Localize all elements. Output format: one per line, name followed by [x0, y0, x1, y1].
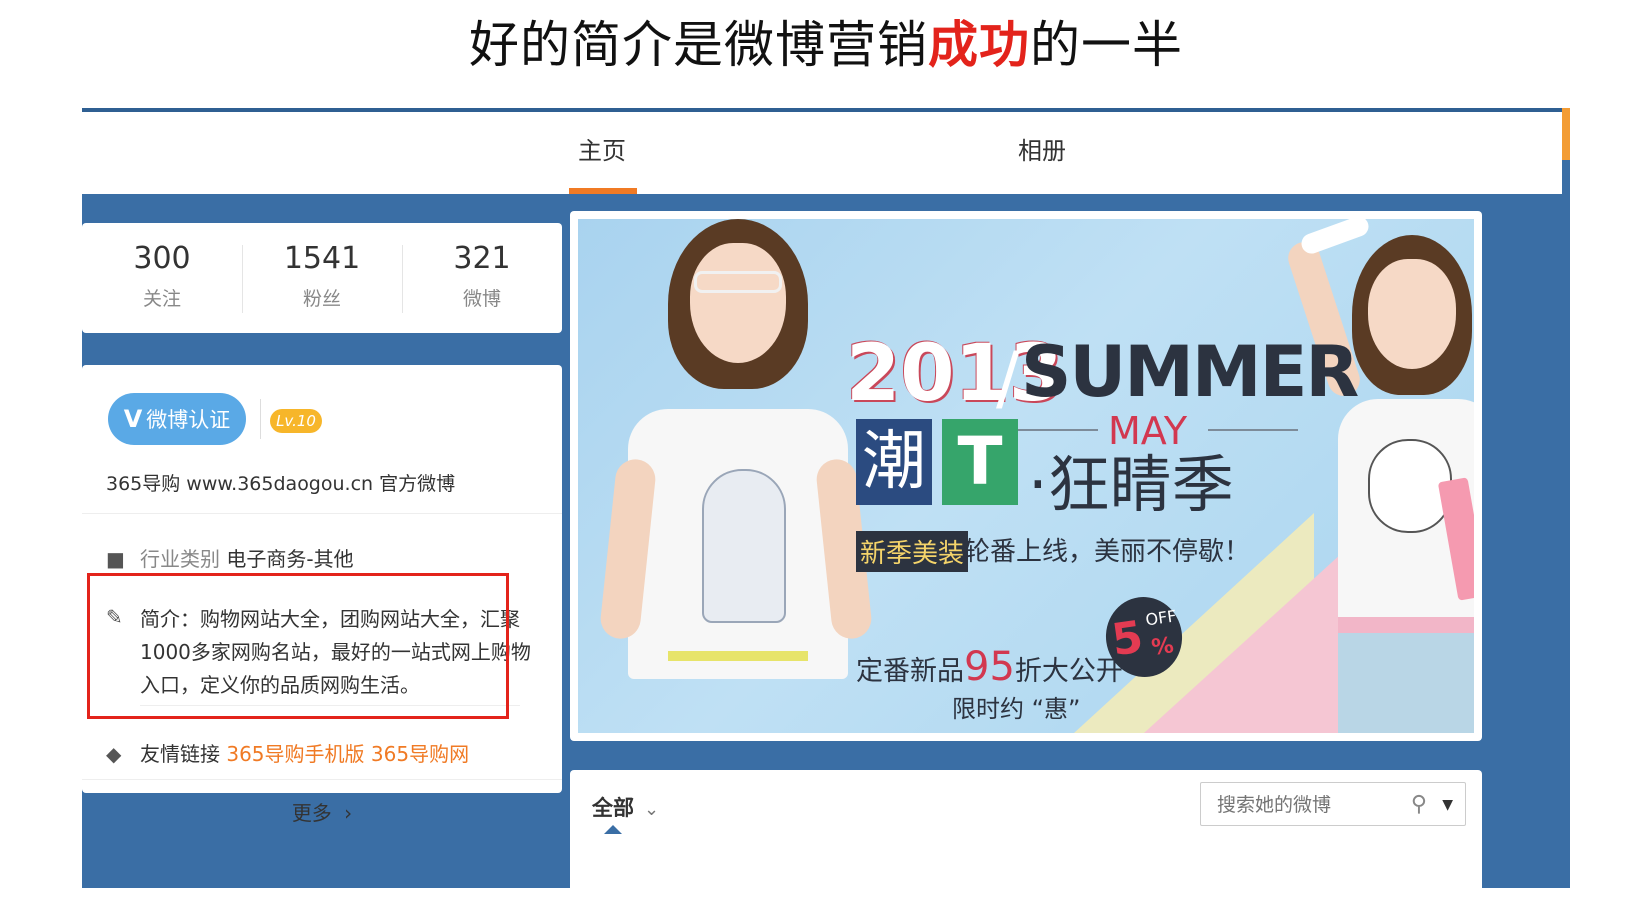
- industry-row: ■ 行业类别 电子商务-其他: [106, 543, 354, 572]
- stat-posts[interactable]: 321 微博: [402, 241, 562, 311]
- badge-divider: [260, 399, 261, 439]
- intro-highlight-box: [87, 573, 509, 719]
- profile-card: V 微博认证 Lv.10 365导购 www.365daogou.cn 官方微博 …: [82, 365, 562, 825]
- active-tab-underline: [569, 188, 637, 194]
- frame-orange-accent: [1562, 108, 1570, 160]
- chevron-down-icon: ⌄: [644, 799, 660, 820]
- level-badge[interactable]: Lv.10: [270, 409, 322, 433]
- badge-pct: %: [1149, 633, 1176, 661]
- filter-all-label: 全部: [592, 796, 634, 820]
- weibo-verified-badge[interactable]: V 微博认证: [108, 393, 246, 445]
- nav-tabbar: 主页 相册: [82, 112, 1562, 194]
- slide-title-after: 的一半: [1030, 16, 1183, 74]
- industry-value: 电子商务-其他: [226, 547, 354, 571]
- filter-all-dropdown[interactable]: 全部 ⌄: [592, 792, 659, 822]
- badge-off: OFF: [1144, 606, 1178, 630]
- banner-discount-post: 折大公开: [1014, 656, 1123, 687]
- cover-banner-image[interactable]: 2013 / SUMMER MAY 潮 T ·狂睛季 新季美装 轮番上线，美丽不…: [578, 219, 1474, 733]
- briefcase-icon: ■: [106, 547, 125, 571]
- banner-summer: SUMMER: [1021, 331, 1359, 413]
- tag-icon: ◆: [106, 742, 122, 766]
- stat-posts-count: 321: [453, 241, 511, 276]
- banner-t: T: [942, 419, 1018, 505]
- banner-tagline: 轮番上线，美丽不停歇！: [964, 537, 1251, 567]
- banner-discount-num: 95: [964, 644, 1015, 690]
- stat-following[interactable]: 300 关注: [82, 241, 242, 311]
- profile-handle: 365导购 www.365daogou.cn 官方微博: [106, 473, 456, 495]
- slide-title-before: 好的简介是微博营销: [469, 16, 928, 74]
- search-box: ⚲ ▼: [1200, 782, 1466, 826]
- more-label: 更多: [291, 801, 332, 825]
- search-input[interactable]: [1215, 784, 1419, 826]
- banner-card: 2013 / SUMMER MAY 潮 T ·狂睛季 新季美装 轮番上线，美丽不…: [570, 211, 1482, 741]
- banner-discount: 定番新品95折大公开: [856, 644, 1123, 690]
- divider: [82, 779, 562, 780]
- link-site[interactable]: 365导购网: [371, 742, 469, 766]
- more-button[interactable]: 更多 ›: [82, 797, 562, 826]
- banner-slash: /: [996, 337, 1020, 419]
- banner-chao: 潮: [856, 419, 932, 505]
- banner-discount-pre: 定番新品: [856, 656, 964, 687]
- stat-followers[interactable]: 1541 粉丝: [242, 241, 402, 311]
- slide-title-highlight: 成功: [928, 16, 1030, 74]
- stat-following-label: 关注: [142, 288, 181, 310]
- active-filter-caret: [604, 825, 622, 834]
- slide-title: 好的简介是微博营销成功的一半: [0, 10, 1652, 80]
- tab-home[interactable]: 主页: [567, 112, 637, 194]
- divider: [82, 513, 562, 514]
- stat-followers-count: 1541: [283, 241, 361, 276]
- banner-kuang: ·狂睛季: [1028, 448, 1234, 521]
- friend-links-row: ◆ 友情链接 365导购手机版 365导购网: [106, 738, 469, 767]
- feed-toolbar: 全部 ⌄ ⚲ ▼: [570, 770, 1482, 888]
- stat-posts-label: 微博: [462, 288, 501, 310]
- verified-v-icon: V: [123, 405, 143, 433]
- links-label: 友情链接: [140, 742, 220, 766]
- stat-followers-label: 粉丝: [302, 288, 341, 310]
- chevron-right-icon: ›: [344, 801, 353, 825]
- banner-may-line: [1008, 429, 1098, 431]
- industry-label: 行业类别: [140, 547, 220, 571]
- badge-num: 5: [1108, 611, 1147, 667]
- tab-album[interactable]: 相册: [1007, 112, 1077, 194]
- banner-new-season: 新季美装: [856, 531, 969, 572]
- banner-limited: 限时约 “惠”: [952, 695, 1081, 723]
- link-mobile[interactable]: 365导购手机版: [226, 742, 364, 766]
- stats-card: 300 关注 1541 粉丝 321 微博: [82, 223, 562, 333]
- search-dropdown-icon[interactable]: ▼: [1442, 783, 1453, 827]
- search-icon[interactable]: ⚲: [1411, 783, 1427, 827]
- weibo-page-screenshot: 主页 相册 300 关注 1541 粉丝 321 微博 V 微博认证 Lv.10 …: [82, 108, 1570, 888]
- banner-may-line: [1208, 429, 1298, 431]
- verified-label: 微博认证: [146, 408, 231, 432]
- stat-following-count: 300: [133, 241, 191, 276]
